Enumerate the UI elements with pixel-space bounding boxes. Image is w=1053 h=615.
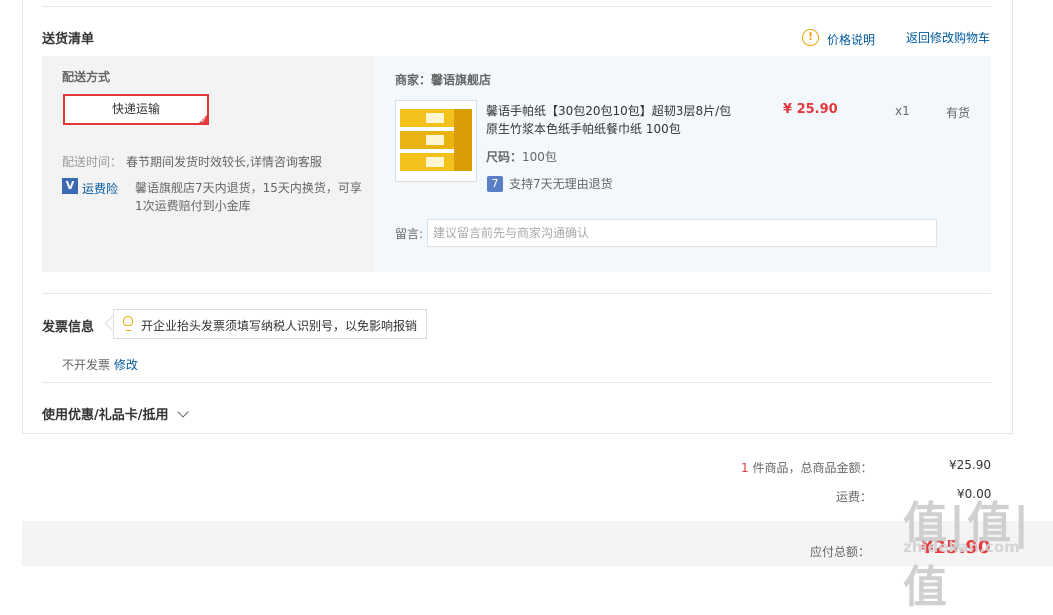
- lightbulb-icon: [123, 316, 133, 326]
- checkmark-icon: ✓: [200, 116, 207, 125]
- coupon-toggle[interactable]: 使用优惠/礼品卡/抵用: [42, 404, 189, 423]
- invoice-edit-link[interactable]: 修改: [114, 358, 138, 372]
- shipping-option-express[interactable]: 快递运输 ✓: [63, 94, 209, 125]
- invoice-section-title: 发票信息: [42, 320, 95, 335]
- size-label: 尺码：: [486, 150, 523, 164]
- return-policy-text: 支持7天无理由退货: [509, 177, 613, 191]
- delivery-time-label: 配送时间：: [62, 155, 123, 169]
- item-count-text: 件商品，总商品金额：: [752, 461, 873, 475]
- price-note-link[interactable]: 价格说明: [827, 31, 875, 48]
- tissue-pack-image: [396, 101, 476, 181]
- merchant-label: 商家：: [395, 73, 432, 87]
- product-title-line1[interactable]: 馨语手帕纸【30包20包10包】超韧3层8片/包: [486, 102, 731, 119]
- shipping-fee-label: 运费：: [836, 490, 873, 504]
- invoice-tip-text: 开企业抬头发票须填写纳税人识别号，以免影响报销: [141, 319, 418, 333]
- shipping-method-label: 配送方式: [62, 70, 111, 84]
- item-total: ¥25.90: [949, 458, 991, 472]
- product-quantity: x1: [895, 104, 910, 118]
- remark-input[interactable]: [427, 219, 937, 247]
- insurance-text-line1: 馨语旗舰店7天内退货，15天内换货，可享: [135, 181, 362, 195]
- delivery-time-value: 春节期间发货时效较长,详情咨询客服: [126, 155, 322, 169]
- lightbulb-base: [126, 326, 131, 331]
- watermark-site: zhidekan.com: [903, 538, 1020, 556]
- product-image[interactable]: [395, 100, 477, 182]
- size-value: 100包: [522, 150, 557, 164]
- item-count: 1: [741, 461, 749, 475]
- payable-label: 应付总额：: [810, 545, 871, 559]
- delivery-section-title: 送货清单: [42, 32, 95, 47]
- invoice-status: 不开发票 修改: [62, 356, 138, 373]
- total-bar: [22, 521, 1053, 566]
- warning-icon: !: [802, 29, 819, 46]
- item-count-row: 1 件商品，总商品金额：: [741, 459, 872, 476]
- merchant-row: 商家：馨语旗舰店: [395, 71, 491, 88]
- section-divider: [42, 293, 991, 294]
- stock-status: 有货: [946, 106, 971, 120]
- shield-icon: V: [62, 178, 78, 194]
- shipping-option-label: 快递运输: [111, 102, 160, 116]
- insurance-text-line2: 1次运费赔付到小金库: [135, 199, 251, 213]
- top-divider: [42, 6, 991, 7]
- return-7day-icon: 7: [487, 176, 503, 192]
- product-title-line2[interactable]: 原生竹浆本色纸手帕纸餐巾纸 100包: [486, 120, 681, 137]
- merchant-name: 馨语旗舰店: [431, 73, 492, 87]
- remark-label: 留言:: [395, 227, 424, 241]
- section-divider-2: [42, 382, 991, 383]
- coupon-title: 使用优惠/礼品卡/抵用: [42, 408, 169, 423]
- invoice-status-text: 不开发票: [62, 358, 111, 372]
- back-to-cart-link[interactable]: 返回修改购物车: [906, 29, 990, 46]
- product-price: ¥ 25.90: [783, 102, 838, 117]
- size-row: 尺码：100包: [486, 148, 557, 165]
- chevron-down-icon: [177, 406, 189, 418]
- freight-insurance-link[interactable]: 运费险: [82, 180, 118, 197]
